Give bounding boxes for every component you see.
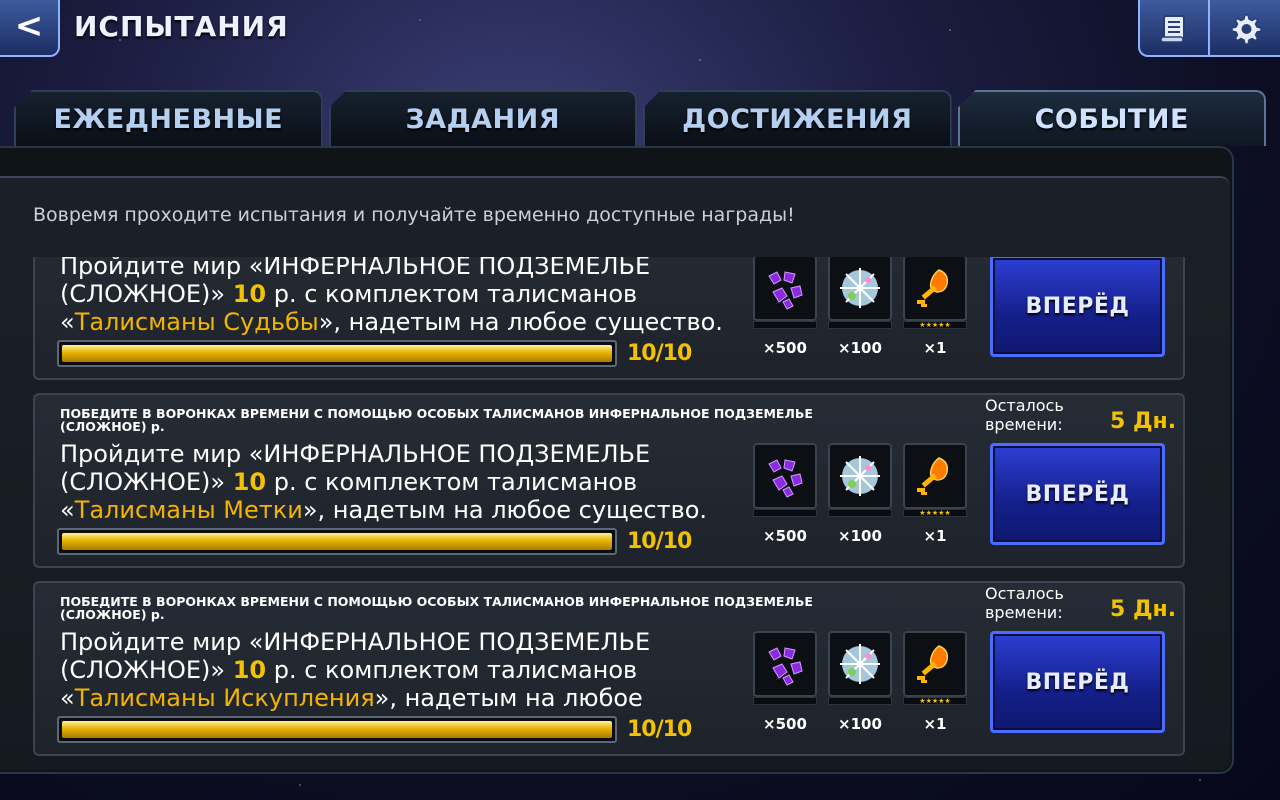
flame-key-icon: [903, 257, 967, 321]
top-right-buttons: [1138, 0, 1280, 57]
flame-key-icon: [903, 631, 967, 697]
reward-quantity: ×500: [763, 527, 807, 545]
time-left-label: Осталось времени:: [985, 396, 1064, 434]
back-button[interactable]: <: [0, 0, 60, 57]
reward-item[interactable]: ★★★★★ ×1: [903, 443, 967, 545]
go-button[interactable]: ВПЕРЁД: [990, 257, 1165, 357]
go-button-label: ВПЕРЁД: [1025, 293, 1130, 319]
page-title: ИСПЫТАНИЯ: [74, 10, 289, 43]
reward-item[interactable]: ★★★★★ ×1: [903, 257, 967, 357]
desc-count: 10: [232, 656, 267, 684]
challenge-description: Пройдите мир «ИНФЕРНАЛЬНОЕ ПОДЗЕМЕЛЬЕ (С…: [60, 440, 750, 524]
reward-quantity: ×1: [923, 527, 947, 545]
desc-count: 10: [232, 280, 267, 308]
panel-subtitle: Вовремя проходите испытания и получайте …: [33, 204, 795, 226]
reward-quantity: ×500: [763, 339, 807, 357]
time-left-value: 5 Дн.: [1110, 409, 1177, 434]
reward-quantity: ×100: [838, 715, 882, 733]
go-button-label: ВПЕРЁД: [1025, 669, 1130, 695]
go-button-label: ВПЕРЁД: [1025, 481, 1130, 507]
reward-stars: [828, 509, 892, 517]
crystal-orb-icon: [828, 631, 892, 697]
rewards: ×500 ×100 ★★★★★ ×1: [753, 443, 973, 563]
reward-item[interactable]: ×500: [753, 257, 817, 357]
desc-text: », надетым на любое существо.: [318, 308, 723, 336]
progress-text: 10/10: [627, 341, 692, 366]
reward-stars: ★★★★★: [903, 697, 967, 705]
talisman-set-name: Талисманы Искупления: [74, 684, 375, 712]
reward-item[interactable]: ★★★★★ ×1: [903, 631, 967, 733]
reward-quantity: ×1: [923, 339, 947, 357]
desc-text: », надетым на любое существо.: [302, 496, 708, 524]
progress-fill: [62, 533, 612, 550]
tab-event[interactable]: СОБЫТИЕ: [957, 90, 1266, 146]
scroll-button[interactable]: [1138, 0, 1209, 57]
progress-bar: [57, 340, 617, 367]
rewards: ×500 ×100 ★★★★★ ×1: [753, 257, 973, 375]
progress-text: 10/10: [627, 529, 692, 554]
tab-quests[interactable]: ЗАДАНИЯ: [328, 90, 637, 146]
reward-stars: [753, 697, 817, 705]
reward-quantity: ×1: [923, 715, 947, 733]
purple-shard-icon: [753, 257, 817, 321]
flame-key-icon: [903, 443, 967, 509]
challenge-list[interactable]: Пройдите мир «ИНФЕРНАЛЬНОЕ ПОДЗЕМЕЛЬЕ (С…: [0, 257, 1230, 757]
go-button[interactable]: ВПЕРЁД: [990, 443, 1165, 545]
crystal-orb-icon: [828, 257, 892, 321]
challenge-card: Пройдите мир «ИНФЕРНАЛЬНОЕ ПОДЗЕМЕЛЬЕ (С…: [33, 257, 1185, 380]
progress-bar: [57, 528, 617, 555]
challenge-card: ПОБЕДИТЕ В ВОРОНКАХ ВРЕМЕНИ С ПОМОЩЬЮ ОС…: [33, 393, 1185, 568]
progress-fill: [62, 721, 612, 738]
talisman-set-name: Талисманы Судьбы: [74, 308, 319, 336]
reward-item[interactable]: ×100: [828, 443, 892, 545]
challenge-description: Пройдите мир «ИНФЕРНАЛЬНОЕ ПОДЗЕМЕЛЬЕ (С…: [60, 257, 750, 336]
settings-button[interactable]: [1209, 0, 1280, 57]
progress-bar: [57, 716, 617, 743]
tab-label: ДОСТИЖЕНИЯ: [682, 103, 913, 135]
reward-item[interactable]: ×500: [753, 631, 817, 733]
challenge-heading: ПОБЕДИТЕ В ВОРОНКАХ ВРЕМЕНИ С ПОМОЩЬЮ ОС…: [60, 406, 813, 434]
chevron-left-icon: <: [14, 5, 44, 46]
reward-item[interactable]: ×100: [828, 631, 892, 733]
reward-quantity: ×100: [838, 339, 882, 357]
reward-stars: ★★★★★: [903, 321, 967, 329]
reward-stars: [753, 321, 817, 329]
scroll-icon: [1160, 14, 1185, 43]
tab-label: СОБЫТИЕ: [1034, 103, 1189, 135]
progress-text: 10/10: [627, 717, 692, 742]
reward-stars: [753, 509, 817, 517]
tab-achievements[interactable]: ДОСТИЖЕНИЯ: [643, 90, 952, 146]
purple-shard-icon: [753, 443, 817, 509]
tab-daily[interactable]: ЕЖЕДНЕВНЫЕ: [14, 90, 323, 146]
reward-stars: [828, 697, 892, 705]
reward-item[interactable]: ×500: [753, 443, 817, 545]
desc-count: 10: [232, 468, 267, 496]
talisman-set-name: Талисманы Метки: [74, 496, 303, 524]
reward-quantity: ×500: [763, 715, 807, 733]
challenge-card: ПОБЕДИТЕ В ВОРОНКАХ ВРЕМЕНИ С ПОМОЩЬЮ ОС…: [33, 581, 1185, 756]
challenge-heading: ПОБЕДИТЕ В ВОРОНКАХ ВРЕМЕНИ С ПОМОЩЬЮ ОС…: [60, 594, 813, 622]
reward-stars: [828, 321, 892, 329]
reward-item[interactable]: ×100: [828, 257, 892, 357]
purple-shard-icon: [753, 631, 817, 697]
crystal-orb-icon: [828, 443, 892, 509]
gear-icon: [1231, 13, 1262, 45]
time-left-label: Осталось времени:: [985, 584, 1064, 622]
rewards: ×500 ×100 ★★★★★ ×1: [753, 631, 973, 751]
tab-label: ЗАДАНИЯ: [405, 103, 560, 135]
go-button[interactable]: ВПЕРЁД: [990, 631, 1165, 733]
reward-quantity: ×100: [838, 527, 882, 545]
tab-label: ЕЖЕДНЕВНЫЕ: [53, 103, 284, 135]
progress-fill: [62, 345, 612, 362]
reward-stars: ★★★★★: [903, 509, 967, 517]
tab-bar: ЕЖЕДНЕВНЫЕ ЗАДАНИЯ ДОСТИЖЕНИЯ СОБЫТИЕ: [14, 90, 1266, 146]
time-left-value: 5 Дн.: [1110, 597, 1177, 622]
top-bar: < ИСПЫТАНИЯ: [0, 0, 1280, 62]
